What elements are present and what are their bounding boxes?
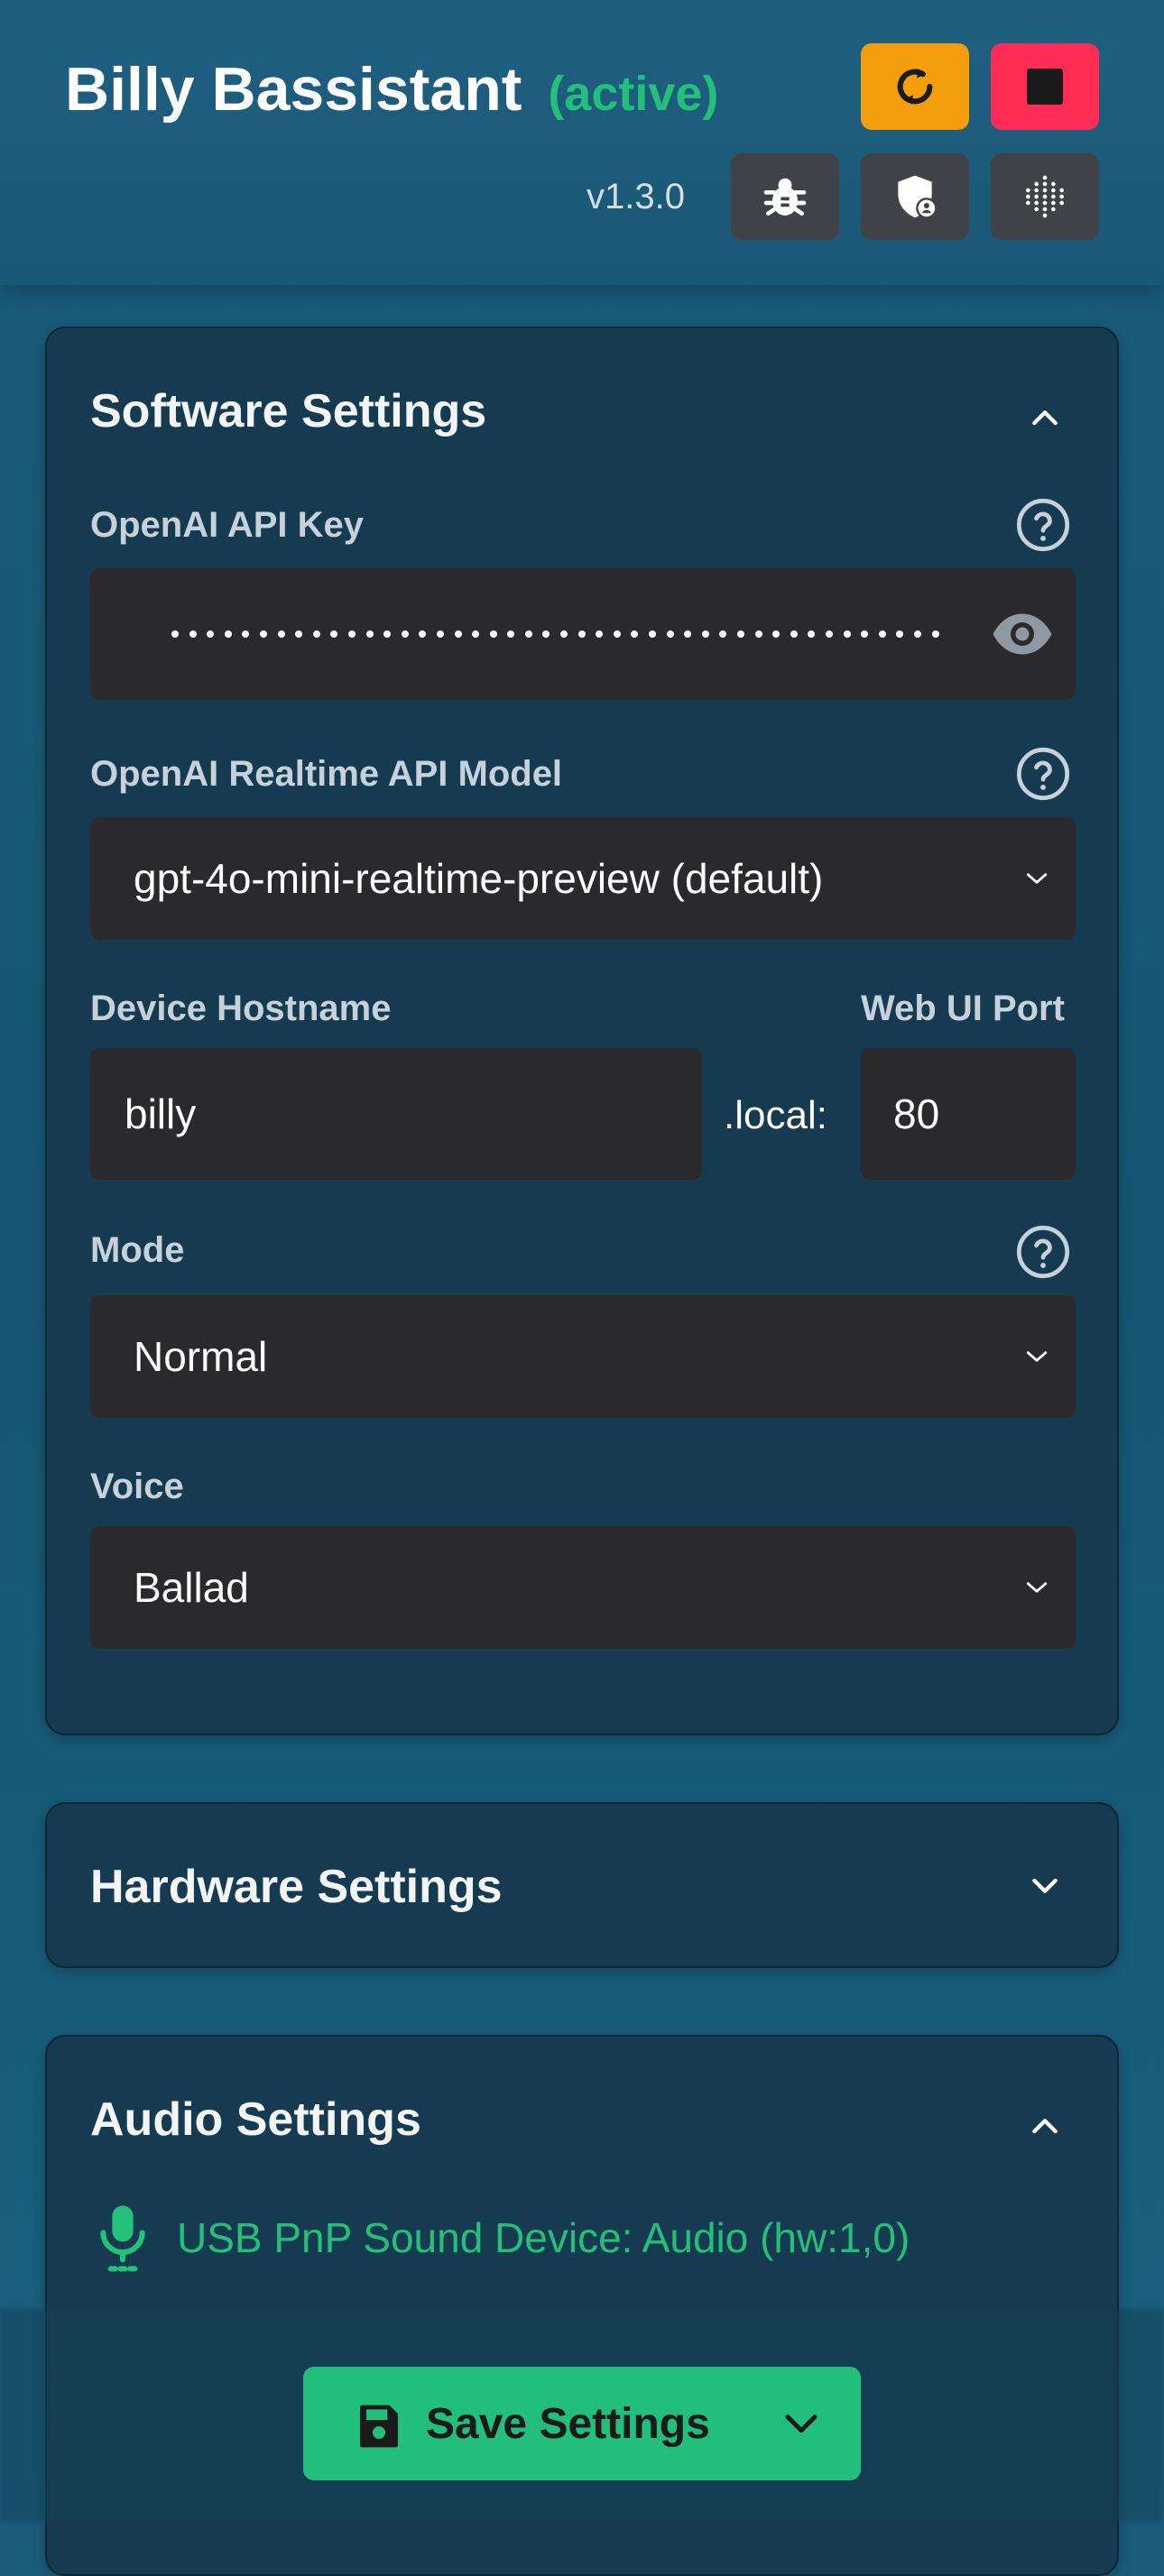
mask-dot (772, 630, 781, 638)
mask-dot (931, 630, 939, 638)
mask-dot (577, 630, 586, 638)
chevron-up-icon[interactable] (1027, 400, 1063, 437)
mask-dot (295, 630, 303, 638)
help-icon[interactable] (1014, 1223, 1072, 1281)
masked-api-key (171, 568, 939, 700)
port-label: Web UI Port (861, 989, 1065, 1028)
shield-user-icon (898, 175, 938, 219)
mask-dot (347, 630, 356, 638)
save-settings-label: Save Settings (426, 2400, 710, 2448)
mask-dot (436, 630, 444, 638)
mask-dot (825, 630, 833, 638)
mask-dot (666, 630, 674, 638)
chevron-up-icon[interactable] (1027, 2109, 1063, 2145)
stop-button[interactable] (991, 43, 1099, 130)
mask-dot (701, 630, 709, 638)
port-value: 80 (893, 1090, 940, 1137)
microphone-icon (100, 2205, 145, 2272)
mask-dot (684, 630, 692, 638)
audio-device-label: USB PnP Sound Device: Audio (hw:1,0) (177, 2214, 910, 2261)
local-suffix: .local: (724, 1093, 827, 1137)
hardware-settings-card[interactable]: Hardware Settings (45, 1802, 1119, 1968)
chevron-down-icon (1026, 873, 1048, 884)
hostname-input[interactable]: billy (90, 1048, 702, 1180)
mask-dot (171, 630, 179, 638)
mask-dot (560, 630, 568, 638)
hardware-settings-title: Hardware Settings (90, 1861, 503, 1913)
mask-dot (330, 630, 338, 638)
version-label: v1.3.0 (587, 177, 685, 216)
mask-dot (489, 630, 497, 638)
mask-dot (843, 630, 851, 638)
app-title: Billy Bassistant (active) (65, 54, 718, 124)
model-label: OpenAI Realtime API Model (90, 754, 563, 794)
mask-dot (454, 630, 462, 638)
mask-dot (383, 630, 392, 638)
save-settings-button[interactable]: Save Settings (303, 2367, 861, 2480)
mask-dot (790, 630, 798, 638)
app-header: Billy Bassistant (active) v1.3.0 (0, 0, 1164, 285)
app-status: (active) (548, 67, 719, 121)
mask-dot (631, 630, 639, 638)
mask-dot (419, 630, 427, 638)
mask-dot (596, 630, 604, 638)
mask-dot (224, 630, 232, 638)
hostname-label: Device Hostname (90, 989, 392, 1028)
bug-icon (763, 178, 807, 216)
mask-dot (242, 630, 250, 638)
floppy-disk-icon (360, 2405, 398, 2448)
mask-dot (861, 630, 869, 638)
mask-dot (754, 630, 762, 638)
mode-label: Mode (90, 1230, 185, 1270)
audio-settings-title: Audio Settings (90, 2093, 421, 2146)
mask-dot (896, 630, 904, 638)
api-key-input[interactable] (90, 568, 1076, 700)
voice-select[interactable]: Ballad (90, 1526, 1076, 1649)
port-input[interactable]: 80 (861, 1048, 1076, 1180)
eye-icon[interactable] (991, 608, 1054, 660)
mode-select[interactable]: Normal (90, 1295, 1076, 1418)
mask-dot (719, 630, 727, 638)
grid-dots-icon (1026, 175, 1064, 218)
mask-dot (878, 630, 886, 638)
model-select-value: gpt-4o-mini-realtime-preview (default) (134, 855, 824, 902)
mask-dot (613, 630, 621, 638)
mode-select-value: Normal (134, 1333, 268, 1380)
debug-button[interactable] (731, 153, 839, 240)
privacy-button[interactable] (861, 153, 969, 240)
mask-dot (365, 630, 374, 638)
app-name: Billy Bassistant (65, 55, 522, 124)
mask-dot (259, 630, 267, 638)
help-icon[interactable] (1014, 745, 1072, 803)
mask-dot (312, 630, 320, 638)
software-settings-title: Software Settings (90, 385, 487, 437)
mask-dot (524, 630, 532, 638)
mask-dot (277, 630, 285, 638)
restart-icon (897, 69, 933, 105)
software-settings-card: Software Settings OpenAI API Key OpenAI … (45, 327, 1119, 1735)
mask-dot (649, 630, 657, 638)
voice-select-value: Ballad (134, 1564, 249, 1611)
stop-icon (1027, 69, 1063, 105)
mask-dot (913, 630, 921, 638)
chevron-down-icon (1026, 1351, 1048, 1362)
chevron-down-icon[interactable] (783, 2408, 819, 2441)
help-icon[interactable] (1014, 496, 1072, 554)
mask-dot (472, 630, 480, 638)
mask-dot (189, 630, 197, 638)
voice-label: Voice (90, 1467, 184, 1506)
mask-dot (808, 630, 816, 638)
hostname-value: billy (125, 1090, 197, 1137)
mask-dot (507, 630, 515, 638)
chevron-down-icon[interactable] (1027, 1867, 1063, 1903)
mask-dot (401, 630, 409, 638)
pattern-button[interactable] (991, 153, 1099, 240)
restart-button[interactable] (861, 43, 969, 130)
api-key-label: OpenAI API Key (90, 505, 365, 545)
chevron-down-icon (1026, 1582, 1048, 1593)
model-select[interactable]: gpt-4o-mini-realtime-preview (default) (90, 817, 1076, 940)
mask-dot (207, 630, 215, 638)
mask-dot (737, 630, 744, 638)
mask-dot (542, 630, 550, 638)
